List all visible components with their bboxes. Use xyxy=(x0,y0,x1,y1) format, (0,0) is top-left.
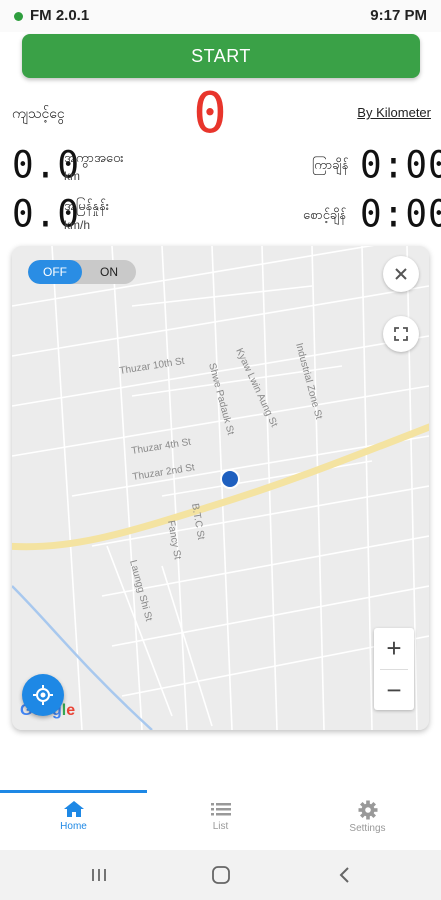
fare-display: 0 xyxy=(193,84,227,138)
tab-settings[interactable]: Settings xyxy=(294,800,441,844)
system-home-button[interactable] xyxy=(206,864,236,886)
start-button[interactable]: START xyxy=(22,34,420,78)
recents-icon xyxy=(92,869,106,881)
fare-label: ကျသင့်ငွေ xyxy=(12,106,65,122)
zoom-in-button[interactable]: + xyxy=(374,628,414,669)
speed-label: အမြန်နှုန်း xyxy=(64,199,110,214)
toggle-off-option[interactable]: OFF xyxy=(28,260,82,284)
current-location-marker xyxy=(222,471,238,487)
active-tab-indicator xyxy=(0,790,147,793)
distance-unit: km xyxy=(64,169,80,183)
close-icon xyxy=(395,268,407,280)
home-icon xyxy=(63,801,84,817)
status-indicator-icon xyxy=(14,12,23,21)
gear-icon xyxy=(358,800,377,820)
distance-label: အကွာအဝေး xyxy=(64,151,124,166)
app-version: FM 2.0.1 xyxy=(30,7,90,24)
map-canvas[interactable]: Thuzar 10th St Shwe Padauk St Kyaw Lwin … xyxy=(12,246,429,730)
recents-button[interactable] xyxy=(84,864,114,886)
waiting-label: စောင့်ချိန် xyxy=(303,208,347,223)
unit-selector-link[interactable]: By Kilometer xyxy=(357,105,431,120)
waiting-value: 0:00 xyxy=(360,192,441,236)
my-location-icon xyxy=(33,685,53,705)
status-bar: FM 2.0.1 9:17 PM xyxy=(0,0,441,32)
list-icon xyxy=(210,803,231,816)
fullscreen-button[interactable] xyxy=(383,316,419,352)
tab-label: Home xyxy=(60,821,87,832)
status-time: 9:17 PM xyxy=(370,7,427,24)
system-nav-bar xyxy=(0,850,441,900)
close-map-button[interactable] xyxy=(383,256,419,292)
fare-value: 0 xyxy=(193,84,227,138)
elapsed-label: ကြာချိန် xyxy=(312,158,349,173)
elapsed-value: 0:00 xyxy=(360,143,441,187)
map-view[interactable]: Thuzar 10th St Shwe Padauk St Kyaw Lwin … xyxy=(12,246,429,730)
speed-unit: km/h xyxy=(64,218,91,232)
toggle-on-option[interactable]: ON xyxy=(82,260,136,284)
tab-label: Settings xyxy=(349,823,386,834)
zoom-controls: + − xyxy=(374,628,414,710)
tab-home[interactable]: Home xyxy=(0,800,147,844)
back-icon xyxy=(339,867,349,883)
bottom-tab-bar: Home List Settings xyxy=(0,790,441,848)
tab-list[interactable]: List xyxy=(147,800,294,844)
home-circle-icon xyxy=(212,866,230,884)
tab-label: List xyxy=(212,821,229,832)
tracking-toggle[interactable]: OFF ON xyxy=(28,260,136,284)
back-button[interactable] xyxy=(330,864,360,886)
fullscreen-icon xyxy=(394,327,408,341)
my-location-button[interactable] xyxy=(22,674,64,716)
zoom-out-button[interactable]: − xyxy=(374,670,414,711)
